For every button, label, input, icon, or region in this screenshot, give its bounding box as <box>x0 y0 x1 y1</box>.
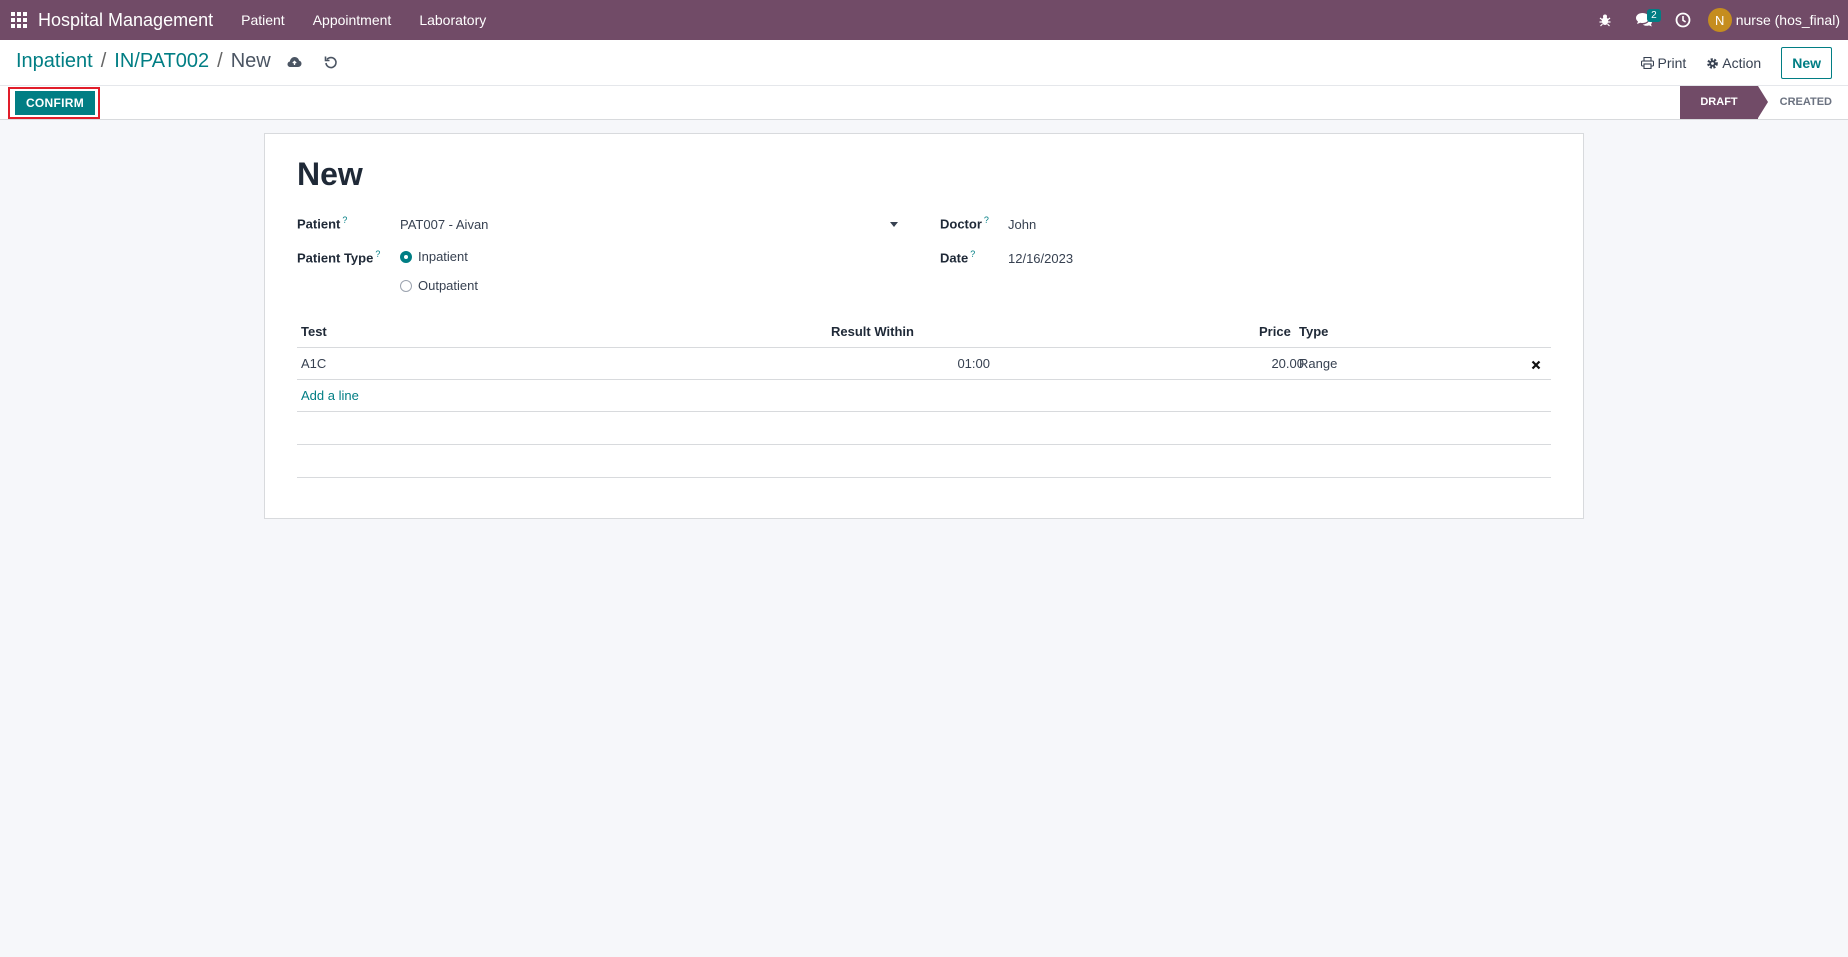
menu-laboratory[interactable]: Laboratory <box>405 0 500 40</box>
radio-checked-icon <box>400 250 412 263</box>
stage-pipeline: DRAFT CREATED <box>1680 86 1848 119</box>
column-result-within[interactable]: Result Within <box>831 324 914 339</box>
radio-unchecked-icon <box>400 279 412 292</box>
control-panel: Inpatient / IN/PAT002 / New Print Action… <box>0 40 1848 86</box>
menu-patient[interactable]: Patient <box>227 0 299 40</box>
add-line-row: Add a line <box>297 380 1551 412</box>
messages-icon[interactable]: 2 <box>1630 0 1661 40</box>
record-title: New <box>297 156 363 192</box>
top-navbar: Hospital Management Patient Appointment … <box>0 0 1848 40</box>
breadcrumb-inpatient[interactable]: Inpatient <box>16 50 93 73</box>
column-price[interactable]: Price <box>1259 324 1291 339</box>
doctor-label: Doctor? <box>940 215 989 232</box>
user-avatar[interactable]: N <box>1707 8 1732 32</box>
activity-clock-icon[interactable] <box>1669 0 1697 40</box>
delete-row-icon[interactable] <box>1531 357 1541 375</box>
table-header: Test Result Within Price Type <box>297 316 1551 348</box>
cell-price[interactable]: 20.00 <box>1177 356 1304 371</box>
save-cloud-icon[interactable] <box>285 52 305 72</box>
cell-result-within[interactable]: 01:00 <box>880 356 990 371</box>
table-row[interactable]: A1C 01:00 20.00 Range <box>297 348 1551 380</box>
lab-tests-table: Test Result Within Price Type A1C 01:00 … <box>297 316 1551 478</box>
column-test[interactable]: Test <box>301 324 327 339</box>
apps-menu-icon[interactable] <box>0 0 38 40</box>
gear-icon <box>1707 57 1719 69</box>
column-type[interactable]: Type <box>1299 324 1328 339</box>
date-field[interactable]: 12/16/2023 <box>1008 251 1528 266</box>
breadcrumb-separator: / <box>100 50 107 72</box>
form-sheet: New Patient? PAT007 - Aivan Patient Type… <box>264 133 1584 519</box>
patient-dropdown-icon[interactable] <box>890 222 898 227</box>
new-record-button[interactable]: New <box>1781 47 1832 79</box>
patient-field[interactable]: PAT007 - Aivan <box>400 217 900 232</box>
print-button[interactable]: Print <box>1641 55 1686 71</box>
status-bar: CONFIRM DRAFT CREATED <box>0 86 1848 120</box>
stage-draft[interactable]: DRAFT <box>1680 86 1768 119</box>
stage-created[interactable]: CREATED <box>1758 86 1848 119</box>
radio-outpatient[interactable]: Outpatient <box>400 278 478 293</box>
date-label: Date? <box>940 249 976 266</box>
print-label: Print <box>1657 55 1687 71</box>
app-name[interactable]: Hospital Management <box>38 10 213 31</box>
cell-type[interactable]: Range <box>1299 356 1337 371</box>
empty-row <box>297 445 1551 478</box>
breadcrumb-current: New <box>230 50 271 72</box>
patient-label: Patient? <box>297 215 348 232</box>
debug-bug-icon[interactable] <box>1591 0 1619 40</box>
messages-count-badge: 2 <box>1647 9 1661 22</box>
breadcrumb: Inpatient / IN/PAT002 / New <box>16 50 341 73</box>
print-icon <box>1641 57 1655 69</box>
confirm-button[interactable]: CONFIRM <box>15 91 95 115</box>
cell-test[interactable]: A1C <box>301 356 326 371</box>
discard-undo-icon[interactable] <box>321 52 341 72</box>
action-button[interactable]: Action <box>1706 55 1761 71</box>
doctor-field[interactable]: John <box>1008 217 1528 232</box>
breadcrumb-separator: / <box>217 50 223 72</box>
radio-inpatient[interactable]: Inpatient <box>400 249 468 264</box>
action-label: Action <box>1722 55 1762 71</box>
empty-row <box>297 412 1551 445</box>
add-line-link[interactable]: Add a line <box>301 388 359 403</box>
user-menu[interactable]: nurse (hos_final) <box>1736 12 1840 28</box>
breadcrumb-record[interactable]: IN/PAT002 <box>114 50 209 73</box>
menu-appointment[interactable]: Appointment <box>299 0 406 40</box>
patient-type-label: Patient Type? <box>297 249 381 266</box>
